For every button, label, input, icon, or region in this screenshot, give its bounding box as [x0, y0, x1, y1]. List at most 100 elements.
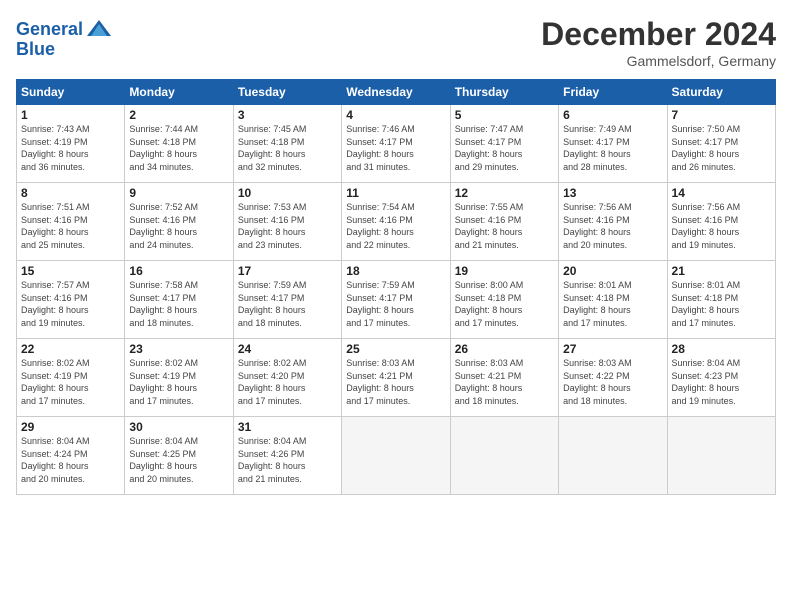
calendar-cell: 8Sunrise: 7:51 AM Sunset: 4:16 PM Daylig…	[17, 183, 125, 261]
calendar-cell: 13Sunrise: 7:56 AM Sunset: 4:16 PM Dayli…	[559, 183, 667, 261]
day-number: 11	[346, 186, 445, 200]
day-info: Sunrise: 7:56 AM Sunset: 4:16 PM Dayligh…	[563, 201, 662, 251]
day-number: 22	[21, 342, 120, 356]
day-info: Sunrise: 7:51 AM Sunset: 4:16 PM Dayligh…	[21, 201, 120, 251]
day-info: Sunrise: 8:03 AM Sunset: 4:22 PM Dayligh…	[563, 357, 662, 407]
week-row-4: 22Sunrise: 8:02 AM Sunset: 4:19 PM Dayli…	[17, 339, 776, 417]
day-number: 6	[563, 108, 662, 122]
calendar-table: SundayMondayTuesdayWednesdayThursdayFrid…	[16, 79, 776, 495]
calendar-cell: 5Sunrise: 7:47 AM Sunset: 4:17 PM Daylig…	[450, 105, 558, 183]
month-title: December 2024	[541, 16, 776, 53]
col-header-saturday: Saturday	[667, 80, 775, 105]
calendar-cell: 29Sunrise: 8:04 AM Sunset: 4:24 PM Dayli…	[17, 417, 125, 495]
day-info: Sunrise: 8:01 AM Sunset: 4:18 PM Dayligh…	[672, 279, 771, 329]
day-info: Sunrise: 8:01 AM Sunset: 4:18 PM Dayligh…	[563, 279, 662, 329]
calendar-cell: 10Sunrise: 7:53 AM Sunset: 4:16 PM Dayli…	[233, 183, 341, 261]
logo-icon	[85, 16, 113, 44]
day-number: 18	[346, 264, 445, 278]
day-info: Sunrise: 7:56 AM Sunset: 4:16 PM Dayligh…	[672, 201, 771, 251]
day-number: 4	[346, 108, 445, 122]
day-number: 19	[455, 264, 554, 278]
day-info: Sunrise: 8:04 AM Sunset: 4:25 PM Dayligh…	[129, 435, 228, 485]
calendar-cell: 23Sunrise: 8:02 AM Sunset: 4:19 PM Dayli…	[125, 339, 233, 417]
day-info: Sunrise: 7:50 AM Sunset: 4:17 PM Dayligh…	[672, 123, 771, 173]
calendar-cell: 11Sunrise: 7:54 AM Sunset: 4:16 PM Dayli…	[342, 183, 450, 261]
calendar-cell: 28Sunrise: 8:04 AM Sunset: 4:23 PM Dayli…	[667, 339, 775, 417]
calendar-cell	[667, 417, 775, 495]
day-info: Sunrise: 8:02 AM Sunset: 4:19 PM Dayligh…	[129, 357, 228, 407]
day-number: 24	[238, 342, 337, 356]
col-header-tuesday: Tuesday	[233, 80, 341, 105]
day-info: Sunrise: 7:47 AM Sunset: 4:17 PM Dayligh…	[455, 123, 554, 173]
calendar-cell: 9Sunrise: 7:52 AM Sunset: 4:16 PM Daylig…	[125, 183, 233, 261]
day-number: 20	[563, 264, 662, 278]
calendar-cell: 20Sunrise: 8:01 AM Sunset: 4:18 PM Dayli…	[559, 261, 667, 339]
calendar-cell	[342, 417, 450, 495]
day-info: Sunrise: 7:52 AM Sunset: 4:16 PM Dayligh…	[129, 201, 228, 251]
calendar-cell: 27Sunrise: 8:03 AM Sunset: 4:22 PM Dayli…	[559, 339, 667, 417]
day-info: Sunrise: 8:04 AM Sunset: 4:24 PM Dayligh…	[21, 435, 120, 485]
day-number: 1	[21, 108, 120, 122]
day-info: Sunrise: 7:46 AM Sunset: 4:17 PM Dayligh…	[346, 123, 445, 173]
day-number: 31	[238, 420, 337, 434]
col-header-wednesday: Wednesday	[342, 80, 450, 105]
calendar-cell: 4Sunrise: 7:46 AM Sunset: 4:17 PM Daylig…	[342, 105, 450, 183]
col-header-monday: Monday	[125, 80, 233, 105]
day-number: 15	[21, 264, 120, 278]
calendar-cell: 1Sunrise: 7:43 AM Sunset: 4:19 PM Daylig…	[17, 105, 125, 183]
day-info: Sunrise: 7:53 AM Sunset: 4:16 PM Dayligh…	[238, 201, 337, 251]
day-info: Sunrise: 7:58 AM Sunset: 4:17 PM Dayligh…	[129, 279, 228, 329]
day-info: Sunrise: 8:04 AM Sunset: 4:23 PM Dayligh…	[672, 357, 771, 407]
day-info: Sunrise: 7:57 AM Sunset: 4:16 PM Dayligh…	[21, 279, 120, 329]
calendar-cell: 24Sunrise: 8:02 AM Sunset: 4:20 PM Dayli…	[233, 339, 341, 417]
day-number: 12	[455, 186, 554, 200]
day-number: 2	[129, 108, 228, 122]
week-row-5: 29Sunrise: 8:04 AM Sunset: 4:24 PM Dayli…	[17, 417, 776, 495]
day-info: Sunrise: 8:02 AM Sunset: 4:19 PM Dayligh…	[21, 357, 120, 407]
week-row-2: 8Sunrise: 7:51 AM Sunset: 4:16 PM Daylig…	[17, 183, 776, 261]
calendar-cell: 21Sunrise: 8:01 AM Sunset: 4:18 PM Dayli…	[667, 261, 775, 339]
day-info: Sunrise: 7:54 AM Sunset: 4:16 PM Dayligh…	[346, 201, 445, 251]
calendar-cell: 3Sunrise: 7:45 AM Sunset: 4:18 PM Daylig…	[233, 105, 341, 183]
day-info: Sunrise: 7:55 AM Sunset: 4:16 PM Dayligh…	[455, 201, 554, 251]
day-info: Sunrise: 7:49 AM Sunset: 4:17 PM Dayligh…	[563, 123, 662, 173]
day-info: Sunrise: 7:44 AM Sunset: 4:18 PM Dayligh…	[129, 123, 228, 173]
calendar-cell: 22Sunrise: 8:02 AM Sunset: 4:19 PM Dayli…	[17, 339, 125, 417]
header-row: SundayMondayTuesdayWednesdayThursdayFrid…	[17, 80, 776, 105]
day-number: 5	[455, 108, 554, 122]
day-number: 23	[129, 342, 228, 356]
calendar-cell: 14Sunrise: 7:56 AM Sunset: 4:16 PM Dayli…	[667, 183, 775, 261]
day-number: 13	[563, 186, 662, 200]
logo-general: General	[16, 19, 83, 39]
col-header-friday: Friday	[559, 80, 667, 105]
calendar-cell: 25Sunrise: 8:03 AM Sunset: 4:21 PM Dayli…	[342, 339, 450, 417]
week-row-1: 1Sunrise: 7:43 AM Sunset: 4:19 PM Daylig…	[17, 105, 776, 183]
day-info: Sunrise: 8:00 AM Sunset: 4:18 PM Dayligh…	[455, 279, 554, 329]
day-info: Sunrise: 8:02 AM Sunset: 4:20 PM Dayligh…	[238, 357, 337, 407]
calendar-cell	[559, 417, 667, 495]
calendar-cell: 17Sunrise: 7:59 AM Sunset: 4:17 PM Dayli…	[233, 261, 341, 339]
day-info: Sunrise: 8:04 AM Sunset: 4:26 PM Dayligh…	[238, 435, 337, 485]
calendar-cell: 6Sunrise: 7:49 AM Sunset: 4:17 PM Daylig…	[559, 105, 667, 183]
page-header: General Blue December 2024 Gammelsdorf, …	[16, 16, 776, 69]
day-info: Sunrise: 7:59 AM Sunset: 4:17 PM Dayligh…	[238, 279, 337, 329]
title-block: December 2024 Gammelsdorf, Germany	[541, 16, 776, 69]
calendar-cell: 12Sunrise: 7:55 AM Sunset: 4:16 PM Dayli…	[450, 183, 558, 261]
day-number: 26	[455, 342, 554, 356]
day-info: Sunrise: 8:03 AM Sunset: 4:21 PM Dayligh…	[455, 357, 554, 407]
calendar-cell: 30Sunrise: 8:04 AM Sunset: 4:25 PM Dayli…	[125, 417, 233, 495]
day-number: 30	[129, 420, 228, 434]
col-header-sunday: Sunday	[17, 80, 125, 105]
day-number: 8	[21, 186, 120, 200]
day-number: 28	[672, 342, 771, 356]
logo-text: General	[16, 20, 83, 40]
day-number: 16	[129, 264, 228, 278]
day-number: 7	[672, 108, 771, 122]
day-number: 14	[672, 186, 771, 200]
calendar-cell: 19Sunrise: 8:00 AM Sunset: 4:18 PM Dayli…	[450, 261, 558, 339]
calendar-cell: 18Sunrise: 7:59 AM Sunset: 4:17 PM Dayli…	[342, 261, 450, 339]
location: Gammelsdorf, Germany	[541, 53, 776, 69]
day-number: 25	[346, 342, 445, 356]
day-info: Sunrise: 7:43 AM Sunset: 4:19 PM Dayligh…	[21, 123, 120, 173]
day-number: 10	[238, 186, 337, 200]
